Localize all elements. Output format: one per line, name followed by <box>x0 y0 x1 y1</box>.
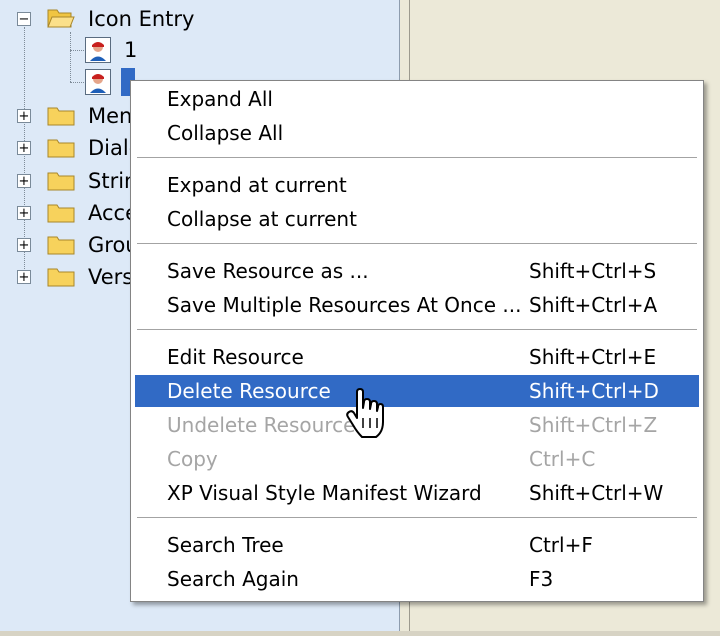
tree-connector <box>70 82 84 83</box>
tree-node-icon-entry[interactable]: Icon Entry <box>88 5 194 33</box>
menu-separator <box>137 517 697 518</box>
icon-resource-icon <box>85 69 111 95</box>
menu-item-label: Search Tree <box>167 533 284 557</box>
expand-toggle-icon[interactable]: + <box>17 270 31 284</box>
expand-toggle-icon[interactable]: + <box>17 109 31 123</box>
tree-context-menu: Expand All Collapse All Expand at curren… <box>130 80 704 602</box>
menu-item-shortcut: Shift+Ctrl+E <box>529 345 657 369</box>
folder-icon <box>47 268 75 287</box>
menu-item-label: Save Multiple Resources At Once ... <box>167 293 522 317</box>
menu-item-collapse-all[interactable]: Collapse All <box>135 117 699 149</box>
menu-item-label: Search Again <box>167 567 299 591</box>
menu-item-label: Edit Resource <box>167 345 304 369</box>
menu-item-save-resource-as[interactable]: Save Resource as ... Shift+Ctrl+S <box>135 255 699 287</box>
menu-item-shortcut: F3 <box>529 567 554 591</box>
menu-item-shortcut: Ctrl+F <box>529 533 593 557</box>
menu-item-delete-resource[interactable]: Delete Resource Shift+Ctrl+D <box>135 375 699 407</box>
expand-toggle-icon[interactable]: + <box>17 238 31 252</box>
collapse-toggle-icon[interactable]: − <box>17 12 31 26</box>
menu-separator <box>137 157 697 158</box>
folder-icon <box>47 204 75 223</box>
icon-resource-icon <box>85 37 111 63</box>
tree-node-dialog[interactable]: Dialog <box>88 134 130 162</box>
folder-icon <box>47 172 75 191</box>
menu-item-edit-resource[interactable]: Edit Resource Shift+Ctrl+E <box>135 341 699 373</box>
menu-separator <box>137 243 697 244</box>
menu-item-label: Collapse All <box>167 121 284 145</box>
tree-node-accelerators[interactable]: Accelerators <box>88 199 130 227</box>
menu-item-label: Expand at current <box>167 173 347 197</box>
menu-item-label: Delete Resource <box>167 379 331 403</box>
menu-item-expand-all[interactable]: Expand All <box>135 83 699 115</box>
tree-node-group[interactable]: Group <box>88 231 130 259</box>
menu-item-save-multiple-resources[interactable]: Save Multiple Resources At Once ... Shif… <box>135 289 699 321</box>
tree-node-menu[interactable]: Menu <box>88 102 130 130</box>
menu-item-shortcut: Shift+Ctrl+W <box>529 481 664 505</box>
menu-item-xp-manifest-wizard[interactable]: XP Visual Style Manifest Wizard Shift+Ct… <box>135 477 699 509</box>
menu-item-shortcut: Shift+Ctrl+S <box>529 259 657 283</box>
menu-item-shortcut: Shift+Ctrl+Z <box>529 413 658 437</box>
menu-item-shortcut: Ctrl+C <box>529 447 596 471</box>
menu-item-label: XP Visual Style Manifest Wizard <box>167 481 482 505</box>
tree-node-version[interactable]: Version <box>88 263 130 291</box>
tree-connector <box>70 32 71 82</box>
menu-item-label: Copy <box>167 447 218 471</box>
expand-toggle-icon[interactable]: + <box>17 174 31 188</box>
menu-separator <box>137 329 697 330</box>
menu-item-collapse-at-current[interactable]: Collapse at current <box>135 203 699 235</box>
menu-item-label: Save Resource as ... <box>167 259 369 283</box>
folder-icon <box>47 107 75 126</box>
menu-item-label: Expand All <box>167 87 273 111</box>
menu-item-undelete-resource: Undelete Resource Shift+Ctrl+Z <box>135 409 699 441</box>
menu-item-search-again[interactable]: Search Again F3 <box>135 563 699 595</box>
folder-icon <box>47 236 75 255</box>
menu-item-shortcut: Shift+Ctrl+A <box>529 293 658 317</box>
menu-item-shortcut: Shift+Ctrl+D <box>529 379 659 403</box>
tree-node-string[interactable]: String <box>88 167 130 195</box>
expand-toggle-icon[interactable]: + <box>17 206 31 220</box>
folder-icon <box>47 139 75 158</box>
menu-item-label: Undelete Resource <box>167 413 356 437</box>
bottom-border <box>0 631 720 636</box>
menu-item-copy: Copy Ctrl+C <box>135 443 699 475</box>
tree-connector <box>70 50 84 51</box>
menu-item-expand-at-current[interactable]: Expand at current <box>135 169 699 201</box>
expand-toggle-icon[interactable]: + <box>17 141 31 155</box>
menu-item-search-tree[interactable]: Search Tree Ctrl+F <box>135 529 699 561</box>
folder-open-icon <box>47 9 75 28</box>
hand-pointer-cursor-icon <box>346 388 384 438</box>
tree-node-resource-1[interactable]: 1 <box>124 36 137 64</box>
menu-item-label: Collapse at current <box>167 207 357 231</box>
